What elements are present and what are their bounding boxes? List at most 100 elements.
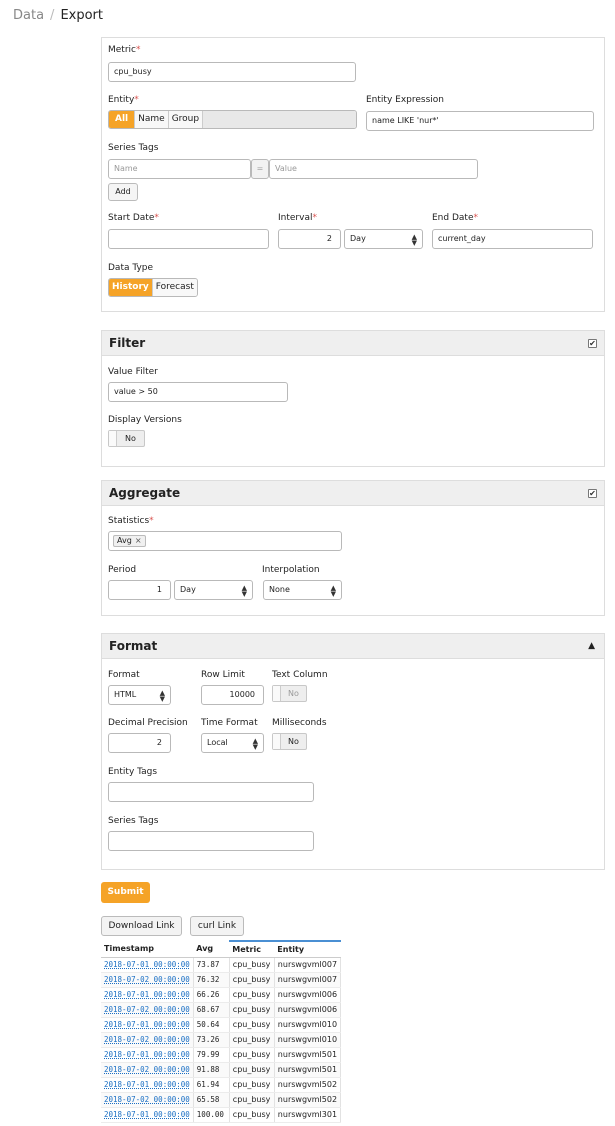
interval-label: Interval* xyxy=(278,213,317,223)
data-type-forecast[interactable]: Forecast xyxy=(152,279,197,296)
statistics-input[interactable]: Avg × xyxy=(108,531,342,551)
period-count-input[interactable]: 1 xyxy=(108,580,171,600)
entity-option-all[interactable]: All xyxy=(109,111,136,128)
entity-selector: All Name Group xyxy=(108,110,357,129)
metric-label: Metric* xyxy=(108,45,141,55)
metric-cell: cpu_busy xyxy=(229,1032,275,1048)
interval-unit-select[interactable]: Day ▲ ▼ xyxy=(344,229,423,249)
entity-option-name[interactable]: Name xyxy=(135,111,169,128)
filter-enable-checkbox[interactable]: ✔ xyxy=(588,339,597,348)
entity-option-group[interactable]: Group xyxy=(168,111,204,128)
select-arrows-icon: ▲ ▼ xyxy=(241,584,247,598)
curl-link-button[interactable]: curl Link xyxy=(190,916,244,936)
table-row: 2018-07-01 00:00:00 79.99 cpu_busy nurswgvm… xyxy=(101,1047,342,1063)
column-header-metric[interactable]: Metric xyxy=(229,940,275,958)
add-tag-button[interactable]: Add xyxy=(108,183,138,201)
metric-cell: cpu_busy xyxy=(229,1062,275,1078)
milliseconds-toggle[interactable]: No xyxy=(272,733,307,750)
interval-count-input[interactable]: 2 xyxy=(278,229,341,249)
decimal-precision-input[interactable]: 2 xyxy=(108,733,171,753)
entity-tags-input[interactable] xyxy=(108,782,314,802)
table-row: 2018-07-02 00:00:00 65.58 cpu_busy nurswgvm… xyxy=(101,1092,342,1108)
period-unit-select[interactable]: Day ▲ ▼ xyxy=(174,580,253,600)
aggregate-title: Aggregate xyxy=(109,486,181,500)
display-versions-value: No xyxy=(125,434,136,443)
timestamp-cell[interactable]: 2018-07-01 00:00:00 xyxy=(101,1047,194,1063)
avg-cell: 76.32 xyxy=(193,972,230,988)
submit-button[interactable]: Submit xyxy=(101,882,150,903)
milliseconds-value: No xyxy=(288,737,299,746)
metric-cell: cpu_busy xyxy=(229,972,275,988)
timestamp-cell[interactable]: 2018-07-02 00:00:00 xyxy=(101,1092,194,1108)
avg-cell: 73.26 xyxy=(193,1032,230,1048)
entity-cell: nurswgvml501 xyxy=(274,1047,342,1063)
column-header-avg[interactable]: Avg xyxy=(193,941,230,958)
query-panel: Metric* cpu_busy Entity* All Name Group … xyxy=(101,37,605,312)
row-limit-input[interactable]: 10000 xyxy=(201,685,264,705)
format-value: HTML xyxy=(114,690,137,699)
time-format-value: Local xyxy=(207,738,228,747)
timestamp-cell[interactable]: 2018-07-01 00:00:00 xyxy=(101,1107,194,1123)
entity-cell: nurswgvml007 xyxy=(274,957,342,973)
format-select[interactable]: HTML ▲ ▼ xyxy=(108,685,171,705)
entity-cell: nurswgvml006 xyxy=(274,987,342,1003)
tag-name-input[interactable]: Name xyxy=(108,159,251,179)
timestamp-cell[interactable]: 2018-07-01 00:00:00 xyxy=(101,957,194,973)
timestamp-cell[interactable]: 2018-07-02 00:00:00 xyxy=(101,1062,194,1078)
metric-cell: cpu_busy xyxy=(229,1047,275,1063)
time-format-select[interactable]: Local ▲ ▼ xyxy=(201,733,264,753)
format-series-tags-input[interactable] xyxy=(108,831,314,851)
table-row: 2018-07-02 00:00:00 73.26 cpu_busy nurswgvm… xyxy=(101,1032,342,1048)
entity-expression-input[interactable]: name LIKE 'nur*' xyxy=(366,111,594,131)
column-header-entity[interactable]: Entity xyxy=(274,940,341,958)
decimal-precision-label: Decimal Precision xyxy=(108,718,188,728)
display-versions-toggle[interactable]: No xyxy=(108,430,145,447)
remove-tag-icon[interactable]: × xyxy=(135,536,142,545)
metric-input[interactable]: cpu_busy xyxy=(108,62,356,82)
table-row: 2018-07-01 00:00:00 73.87 cpu_busy nurswgvm… xyxy=(101,957,342,973)
aggregate-enable-checkbox[interactable]: ✔ xyxy=(588,489,597,498)
tag-value-input[interactable]: Value xyxy=(269,159,478,179)
timestamp-cell[interactable]: 2018-07-02 00:00:00 xyxy=(101,972,194,988)
avg-cell: 73.87 xyxy=(193,957,230,973)
data-type-history[interactable]: History xyxy=(109,279,153,296)
timestamp-cell[interactable]: 2018-07-01 00:00:00 xyxy=(101,1077,194,1093)
aggregate-panel: Aggregate ✔ Statistics* Avg × Period 1 Da… xyxy=(101,480,605,616)
end-date-input[interactable]: current_day xyxy=(432,229,593,249)
timestamp-cell[interactable]: 2018-07-02 00:00:00 xyxy=(101,1002,194,1018)
format-title: Format xyxy=(109,639,158,653)
entity-cell: nurswgvml501 xyxy=(274,1062,342,1078)
metric-cell: cpu_busy xyxy=(229,1092,275,1108)
download-link-button[interactable]: Download Link xyxy=(101,916,182,936)
avg-cell: 100.00 xyxy=(193,1107,230,1123)
text-column-label: Text Column xyxy=(272,670,328,680)
timestamp-cell[interactable]: 2018-07-01 00:00:00 xyxy=(101,987,194,1003)
table-row: 2018-07-01 00:00:00 50.64 cpu_busy nurswgvm… xyxy=(101,1017,342,1033)
filter-panel: Filter ✔ Value Filter value > 50 Display… xyxy=(101,330,605,467)
format-panel-header[interactable]: Format ▲ xyxy=(102,634,604,659)
display-versions-label: Display Versions xyxy=(108,415,182,425)
timestamp-cell[interactable]: 2018-07-02 00:00:00 xyxy=(101,1032,194,1048)
results-header-row: Timestamp Avg Metric Entity xyxy=(101,940,341,958)
entity-selector-field[interactable] xyxy=(203,111,356,128)
avg-cell: 66.26 xyxy=(193,987,230,1003)
table-row: 2018-07-02 00:00:00 91.88 cpu_busy nurswgvm… xyxy=(101,1062,342,1078)
statistics-tag-avg: Avg × xyxy=(113,535,146,547)
text-column-value: No xyxy=(288,689,299,698)
table-row: 2018-07-02 00:00:00 68.67 cpu_busy nurswgvm… xyxy=(101,1002,342,1018)
entity-tags-label: Entity Tags xyxy=(108,767,158,777)
start-date-input[interactable] xyxy=(108,229,269,249)
format-series-tags-label: Series Tags xyxy=(108,816,159,826)
collapse-caret-icon[interactable]: ▲ xyxy=(588,641,595,651)
entity-expression-label: Entity Expression xyxy=(366,95,444,105)
breadcrumb-data-link[interactable]: Data xyxy=(13,8,44,23)
interpolation-select[interactable]: None ▲ ▼ xyxy=(263,580,342,600)
statistics-label: Statistics* xyxy=(108,516,154,526)
timestamp-cell[interactable]: 2018-07-01 00:00:00 xyxy=(101,1017,194,1033)
column-header-timestamp[interactable]: Timestamp xyxy=(101,941,194,958)
breadcrumb: Data / Export xyxy=(13,7,103,25)
text-column-toggle[interactable]: No xyxy=(272,685,307,702)
period-label: Period xyxy=(108,565,137,575)
value-filter-input[interactable]: value > 50 xyxy=(108,382,288,402)
filter-panel-header: Filter ✔ xyxy=(102,331,604,356)
